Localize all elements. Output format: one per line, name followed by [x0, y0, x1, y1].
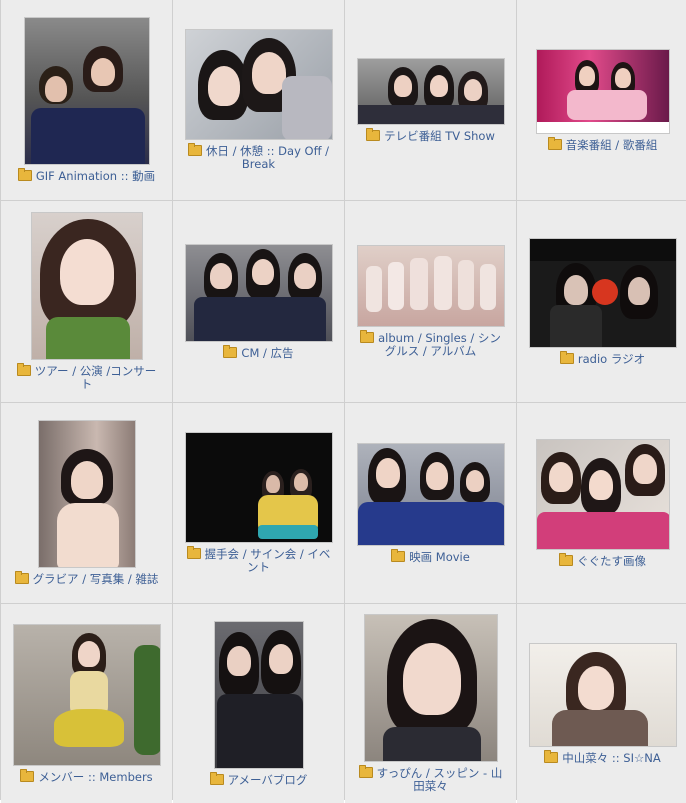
- album-thumbnail[interactable]: [528, 642, 677, 747]
- album-label[interactable]: 中山菜々 :: SI☆NA: [544, 749, 661, 765]
- album-tile[interactable]: radio ラジオ: [517, 201, 686, 402]
- album-tile[interactable]: 音楽番組 / 歌番組: [517, 0, 686, 200]
- album-label[interactable]: radio ラジオ: [559, 350, 645, 366]
- album-label[interactable]: 映画 Movie: [391, 548, 470, 564]
- album-thumbnail[interactable]: [363, 614, 498, 762]
- folder-icon: [544, 749, 559, 763]
- album-tile[interactable]: GIF Animation :: 動画: [1, 0, 172, 200]
- album-thumbnail[interactable]: [184, 29, 333, 140]
- album-thumbnail[interactable]: [213, 620, 304, 769]
- album-thumbnail[interactable]: [30, 212, 143, 360]
- album-label[interactable]: GIF Animation :: 動画: [17, 168, 155, 183]
- album-label[interactable]: CM / 広告: [223, 344, 294, 360]
- album-label[interactable]: 音楽番組 / 歌番組: [547, 136, 657, 152]
- album-thumbnail[interactable]: [12, 623, 161, 766]
- folder-icon: [366, 127, 381, 141]
- album-tile[interactable]: album / Singles / シングルス / アルバム: [345, 201, 516, 402]
- folder-icon: [547, 136, 562, 150]
- album-thumbnail[interactable]: [356, 245, 505, 327]
- folder-icon: [14, 571, 29, 584]
- album-label[interactable]: album / Singles / シングルス / アルバム: [356, 330, 506, 358]
- folder-icon: [20, 768, 35, 782]
- album-thumbnail[interactable]: [23, 17, 150, 165]
- folder-icon: [16, 363, 31, 376]
- album-tile[interactable]: 映画 Movie: [345, 403, 516, 603]
- album-label[interactable]: グラビア / 写真集 / 雑誌: [14, 571, 158, 586]
- album-tile[interactable]: 休日 / 休憩 :: Day Off / Break: [173, 0, 344, 200]
- folder-icon: [17, 168, 32, 181]
- album-tile[interactable]: アメーバブログ: [173, 604, 344, 803]
- album-tile[interactable]: ツアー / 公演 /コンサート: [1, 201, 172, 402]
- album-label[interactable]: メンバー :: Members: [20, 768, 153, 784]
- album-thumbnail[interactable]: [184, 243, 333, 342]
- album-label[interactable]: ぐぐたす画像: [559, 552, 646, 568]
- album-thumbnail[interactable]: [356, 57, 505, 125]
- folder-icon: [559, 350, 574, 364]
- folder-icon: [360, 330, 375, 343]
- album-label[interactable]: 握手会 / サイン会 / イベント: [184, 546, 334, 574]
- folder-icon: [559, 552, 573, 566]
- album-tile[interactable]: CM / 広告: [173, 201, 344, 402]
- album-tile[interactable]: ぐぐたす画像: [517, 403, 686, 603]
- folder-icon: [187, 143, 202, 156]
- album-tile[interactable]: グラビア / 写真集 / 雑誌: [1, 403, 172, 603]
- folder-icon: [209, 771, 224, 785]
- album-tile[interactable]: 中山菜々 :: SI☆NA: [517, 604, 686, 803]
- album-thumbnail[interactable]: [535, 48, 670, 134]
- album-label[interactable]: アメーバブログ: [209, 771, 307, 787]
- folder-icon: [358, 765, 373, 778]
- album-tile[interactable]: 握手会 / サイン会 / イベント: [173, 403, 344, 603]
- album-thumbnail[interactable]: [356, 442, 505, 546]
- album-tile[interactable]: テレビ番組 TV Show: [345, 0, 516, 200]
- album-thumbnail[interactable]: [37, 420, 136, 568]
- album-label[interactable]: すっぴん / スッピン - 山田菜々: [356, 765, 506, 793]
- album-label[interactable]: 休日 / 休憩 :: Day Off / Break: [184, 143, 334, 171]
- album-label[interactable]: ツアー / 公演 /コンサート: [12, 363, 162, 391]
- album-tile[interactable]: メンバー :: Members: [1, 604, 172, 803]
- album-thumbnail[interactable]: [528, 237, 677, 348]
- folder-icon: [186, 546, 201, 559]
- album-thumbnail[interactable]: [184, 432, 333, 543]
- folder-icon: [391, 548, 406, 562]
- album-tile[interactable]: すっぴん / スッピン - 山田菜々: [345, 604, 516, 803]
- album-thumbnail[interactable]: [535, 438, 670, 550]
- album-gallery: GIF Animation :: 動画 休日 / 休憩 :: Day Off /…: [0, 0, 686, 803]
- album-label[interactable]: テレビ番組 TV Show: [366, 127, 495, 143]
- folder-icon: [223, 344, 238, 358]
